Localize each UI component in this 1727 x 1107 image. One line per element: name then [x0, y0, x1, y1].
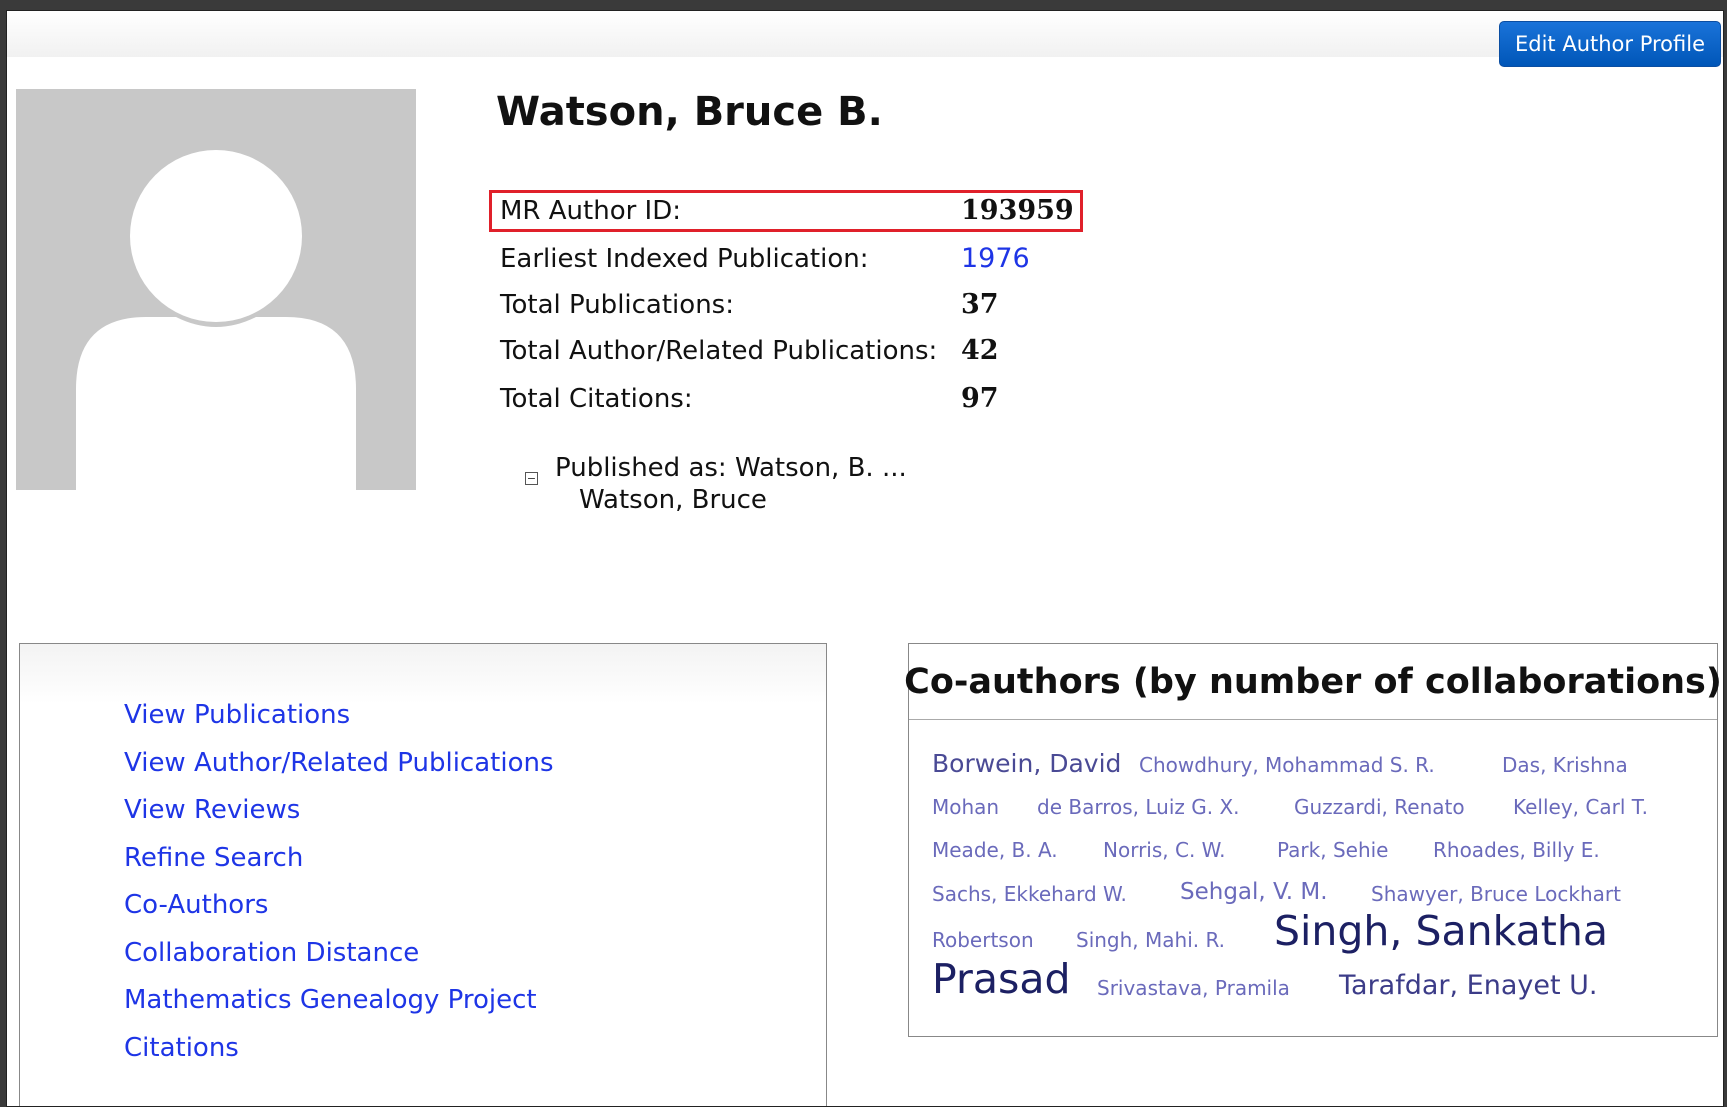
- mr-author-id-value: 193959: [961, 195, 1074, 226]
- coauthor-link[interactable]: Mohan: [932, 795, 999, 819]
- collapse-toggle-icon[interactable]: −: [525, 472, 538, 485]
- top-bar: [7, 11, 1723, 57]
- coauthor-link[interactable]: Robertson: [932, 928, 1034, 952]
- coauthor-link[interactable]: Guzzardi, Renato: [1294, 795, 1465, 819]
- coauthor-link[interactable]: Chowdhury, Mohammad S. R.: [1139, 753, 1435, 777]
- mr-author-id-label: MR Author ID:: [500, 196, 682, 226]
- coauthor-link[interactable]: Borwein, David: [932, 749, 1121, 778]
- coauthor-link[interactable]: Das, Krishna: [1502, 753, 1628, 777]
- view-publications-link[interactable]: View Publications: [124, 700, 350, 730]
- co-authors-link[interactable]: Co-Authors: [124, 890, 268, 920]
- coauthors-panel: Co-authors (by number of collaborations)…: [904, 643, 1722, 1037]
- coauthor-link[interactable]: Shawyer, Bruce Lockhart: [1371, 882, 1621, 906]
- earliest-publication-link[interactable]: 1976: [961, 238, 1030, 280]
- view-reviews-link[interactable]: View Reviews: [124, 795, 300, 825]
- coauthor-link[interactable]: Prasad: [932, 955, 1071, 1003]
- refine-search-link[interactable]: Refine Search: [124, 843, 303, 873]
- edit-author-profile-button[interactable]: Edit Author Profile: [1499, 21, 1721, 67]
- coauthor-link[interactable]: Sehgal, V. M.: [1180, 879, 1328, 905]
- collaboration-distance-link[interactable]: Collaboration Distance: [124, 938, 419, 968]
- total-publications-value: 37: [961, 289, 999, 320]
- published-as-name: Watson, Bruce: [579, 485, 767, 515]
- coauthor-link[interactable]: Norris, C. W.: [1103, 838, 1226, 862]
- citations-link[interactable]: Citations: [124, 1033, 239, 1063]
- earliest-publication-label: Earliest Indexed Publication:: [500, 244, 869, 274]
- total-related-publications-value: 42: [961, 335, 999, 366]
- view-related-publications-link[interactable]: View Author/Related Publications: [124, 748, 554, 778]
- coauthor-link[interactable]: Meade, B. A.: [932, 838, 1058, 862]
- coauthor-link[interactable]: Park, Sehie: [1277, 838, 1388, 862]
- coauthor-link[interactable]: Kelley, Carl T.: [1513, 795, 1648, 819]
- total-publications-label: Total Publications:: [500, 290, 734, 320]
- total-citations-label: Total Citations:: [500, 384, 693, 414]
- coauthor-link[interactable]: Rhoades, Billy E.: [1433, 838, 1600, 862]
- coauthor-link[interactable]: Singh, Mahi. R.: [1076, 928, 1225, 952]
- coauthors-title: Co-authors (by number of collaborations): [904, 644, 1722, 720]
- coauthor-link[interactable]: Sachs, Ekkehard W.: [932, 882, 1127, 906]
- total-citations-value: 97: [961, 383, 999, 414]
- author-name: Watson, Bruce B.: [496, 89, 883, 135]
- total-related-publications-label: Total Author/Related Publications:: [500, 336, 938, 366]
- person-silhouette-icon: [76, 150, 356, 490]
- author-profile-page: Edit Author Profile Watson, Bruce B. MR …: [6, 10, 1724, 1107]
- avatar-placeholder: [16, 89, 416, 490]
- author-links-panel: View Publications View Author/Related Pu…: [19, 643, 827, 1106]
- published-as-label: Published as: Watson, B. ...: [555, 453, 907, 483]
- coauthor-link[interactable]: Tarafdar, Enayet U.: [1339, 970, 1598, 1001]
- genealogy-project-link[interactable]: Mathematics Genealogy Project: [124, 985, 537, 1015]
- coauthor-link[interactable]: Srivastava, Pramila: [1097, 976, 1290, 1000]
- coauthor-link[interactable]: Singh, Sankatha: [1274, 907, 1608, 955]
- coauthor-link[interactable]: de Barros, Luiz G. X.: [1037, 795, 1240, 819]
